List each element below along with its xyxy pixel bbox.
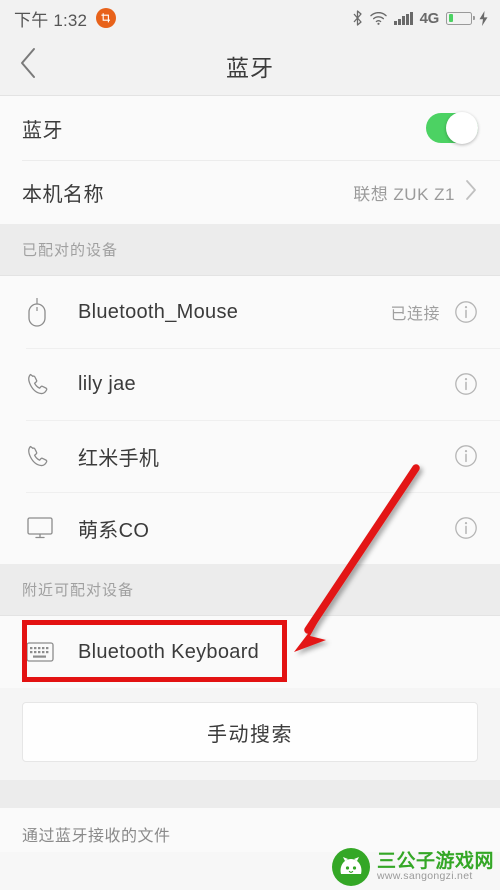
watermark-text: 三公子游戏网 www.sangongzi.net — [376, 850, 494, 883]
device-name: Bluetooth_Mouse — [78, 300, 239, 323]
monitor-icon — [26, 516, 66, 540]
device-row-lily-jae[interactable]: lily jae — [0, 348, 500, 420]
battery-icon — [446, 11, 475, 25]
nearby-device-list: Bluetooth Keyboard — [0, 616, 500, 688]
device-name: 萌系CO — [78, 519, 150, 542]
device-name: 红米手机 — [78, 447, 160, 470]
device-row-mengxi-co[interactable]: 萌系CO — [0, 492, 500, 564]
network-type-label: 4G — [419, 9, 440, 27]
device-status: 已连接 — [390, 306, 440, 323]
device-name-value: 联想 ZUK Z1 — [353, 184, 455, 204]
paired-section-header: 已配对的设备 — [0, 224, 500, 276]
bluetooth-row-label: 蓝牙 — [22, 119, 63, 142]
manual-search-button[interactable]: 手动搜索 — [22, 702, 478, 762]
mouse-icon — [26, 296, 66, 328]
chevron-right-icon — [465, 179, 478, 206]
watermark: 三公子游戏网 www.sangongzi.net — [331, 848, 494, 886]
watermark-url: www.sangongzi.net — [376, 870, 473, 883]
signal-icon — [394, 11, 413, 25]
info-icon[interactable] — [454, 516, 478, 540]
status-bar-right: 4G — [352, 10, 488, 27]
phone-icon — [26, 371, 66, 397]
status-bar: 下午 1:32 4G — [0, 0, 500, 36]
bluetooth-icon — [352, 10, 363, 26]
section-divider — [0, 780, 500, 808]
nearby-section-header: 附近可配对设备 — [0, 564, 500, 616]
device-row-bluetooth-mouse[interactable]: Bluetooth_Mouse 已连接 — [0, 276, 500, 348]
manual-search-area: 手动搜索 — [0, 688, 500, 780]
keyboard-icon — [26, 641, 66, 663]
title-bar: 蓝牙 — [0, 36, 500, 96]
phone-screen: 下午 1:32 4G 蓝牙 蓝牙 本机名称 联想 ZUK Z1 已配对的设备 B… — [0, 0, 500, 890]
bottom-note: 通过蓝牙接收的文件 — [0, 808, 500, 852]
phone-icon — [26, 443, 66, 469]
bluetooth-toggle-row[interactable]: 蓝牙 — [0, 96, 500, 160]
crop-icon — [96, 8, 117, 28]
status-bar-clock: 下午 1:32 — [14, 10, 88, 30]
info-icon[interactable] — [454, 444, 478, 468]
watermark-title: 三公子游戏网 — [376, 850, 494, 872]
status-bar-left: 下午 1:32 — [14, 6, 117, 31]
device-name-label: 本机名称 — [22, 183, 104, 206]
toggle-knob — [446, 112, 478, 144]
charging-icon — [479, 10, 488, 26]
cat-logo-icon — [331, 848, 370, 886]
device-name-row[interactable]: 本机名称 联想 ZUK Z1 — [0, 160, 500, 224]
page-title: 蓝牙 — [226, 54, 274, 81]
info-icon[interactable] — [454, 372, 478, 396]
device-row-redmi-phone[interactable]: 红米手机 — [0, 420, 500, 492]
wifi-icon — [370, 11, 387, 25]
device-name: lily jae — [78, 372, 136, 395]
device-row-bluetooth-keyboard[interactable]: Bluetooth Keyboard — [0, 616, 500, 688]
device-name: Bluetooth Keyboard — [78, 640, 260, 663]
info-icon[interactable] — [454, 300, 478, 324]
bluetooth-toggle-switch[interactable] — [426, 112, 478, 144]
